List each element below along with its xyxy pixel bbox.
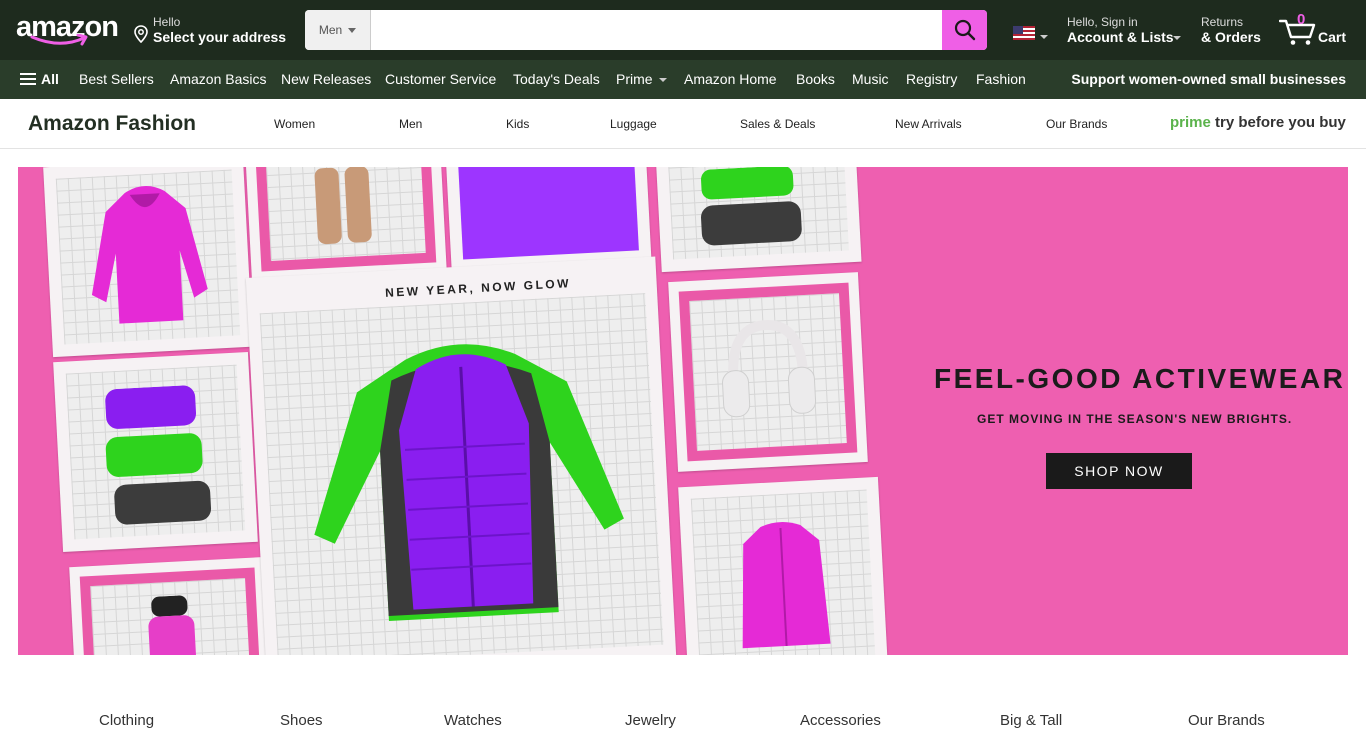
secondary-navigation-bar: All Best Sellers Amazon Basics New Relea… xyxy=(0,60,1366,99)
product-tile-headphones xyxy=(668,272,868,472)
returns-label: Returns xyxy=(1201,15,1244,29)
nav-prime-label: Prime xyxy=(616,71,653,87)
category-watches[interactable]: Watches xyxy=(444,712,502,729)
account-lists-label: Account & Lists xyxy=(1067,29,1174,45)
prime-word: prime xyxy=(1170,114,1211,131)
product-tile-hoodie xyxy=(43,167,253,358)
shop-now-button[interactable]: SHOP NOW xyxy=(1046,453,1192,489)
hero-banner[interactable]: NEW YEAR, NOW GLOW FEEL-GOOD ACTIVEWEAR … xyxy=(18,167,1348,655)
returns-and-orders[interactable]: Returns & Orders xyxy=(1201,14,1267,48)
nav-prime[interactable]: Prime xyxy=(616,71,667,87)
fashion-nav-our-brands[interactable]: Our Brands xyxy=(1046,117,1107,131)
product-tile-bags xyxy=(654,167,862,273)
product-tile-folded-jackets xyxy=(53,352,258,552)
language-selector[interactable] xyxy=(1013,26,1049,42)
account-and-lists[interactable]: Hello, Sign in Account & Lists xyxy=(1067,14,1187,48)
all-label: All xyxy=(41,71,59,87)
smile-arrow-icon xyxy=(30,34,88,46)
department-label: Men xyxy=(318,23,343,37)
cart-button[interactable]: 0 Cart xyxy=(1279,10,1349,50)
address-label: Select your address xyxy=(153,29,287,45)
nav-registry[interactable]: Registry xyxy=(906,71,957,87)
address-greeting: Hello xyxy=(153,15,181,29)
category-row: Clothing Shoes Watches Jewelry Accessori… xyxy=(0,700,1366,729)
search-icon xyxy=(954,19,975,41)
water-bottle-image xyxy=(148,595,197,655)
chevron-down-icon xyxy=(348,27,357,33)
chevron-down-icon xyxy=(1040,35,1048,39)
shorts-image xyxy=(314,167,372,245)
hamburger-menu-icon xyxy=(20,72,36,86)
top-navigation-bar: amazon Hello Select your address Men Hel… xyxy=(0,0,1366,60)
nav-books[interactable]: Books xyxy=(796,71,835,87)
sign-in-greeting: Hello, Sign in xyxy=(1067,15,1138,29)
category-shoes[interactable]: Shoes xyxy=(280,712,323,729)
us-flag-icon xyxy=(1013,26,1035,40)
orders-label: & Orders xyxy=(1201,29,1261,45)
category-big-tall[interactable]: Big & Tall xyxy=(1000,712,1062,729)
search-input[interactable] xyxy=(371,10,942,50)
nav-best-sellers[interactable]: Best Sellers xyxy=(79,71,154,87)
hoodie-image xyxy=(91,186,208,324)
puffer-vest-image xyxy=(314,344,624,621)
fashion-subnav: Amazon Fashion Women Men Kids Luggage Sa… xyxy=(0,99,1366,149)
chevron-down-icon xyxy=(1173,36,1181,40)
nav-fashion[interactable]: Fashion xyxy=(976,71,1026,87)
hero-headline: FEEL-GOOD ACTIVEWEAR xyxy=(934,363,1346,394)
product-tile-pink-vest xyxy=(678,476,888,655)
fashion-nav-kids[interactable]: Kids xyxy=(506,117,529,131)
category-our-brands[interactable]: Our Brands xyxy=(1188,712,1265,729)
all-menu-button[interactable]: All xyxy=(20,71,59,87)
nav-customer-service[interactable]: Customer Service xyxy=(385,71,496,87)
hero-subheadline: GET MOVING IN THE SEASON'S NEW BRIGHTS. xyxy=(977,412,1293,426)
fashion-brand-title[interactable]: Amazon Fashion xyxy=(28,112,196,136)
category-clothing[interactable]: Clothing xyxy=(99,712,154,729)
promo-link[interactable]: Support women-owned small businesses xyxy=(1071,71,1346,87)
folded-jackets-image xyxy=(105,385,212,525)
fashion-nav-women[interactable]: Women xyxy=(274,117,315,131)
product-tile-puffer-vest xyxy=(245,256,677,655)
fashion-nav-new-arrivals[interactable]: New Arrivals xyxy=(895,117,962,131)
pink-vest-image xyxy=(742,522,831,649)
search-department-dropdown[interactable]: Men xyxy=(305,10,371,50)
chevron-down-icon xyxy=(658,78,667,83)
nav-music[interactable]: Music xyxy=(852,71,889,87)
duffel-bags-image xyxy=(701,167,802,246)
nav-amazon-basics[interactable]: Amazon Basics xyxy=(170,71,266,87)
product-tile-purple-fabric xyxy=(444,167,652,273)
product-tile-bottle xyxy=(69,557,272,655)
nav-new-releases[interactable]: New Releases xyxy=(281,71,371,87)
nav-amazon-home[interactable]: Amazon Home xyxy=(684,71,777,87)
delivery-address-selector[interactable]: Hello Select your address xyxy=(134,14,294,48)
location-pin-icon xyxy=(134,25,148,43)
fashion-nav-men[interactable]: Men xyxy=(399,117,422,131)
prime-try-before-you-buy-link[interactable]: prime try before you buy xyxy=(1170,114,1346,131)
prime-tagline: try before you buy xyxy=(1215,114,1346,131)
fashion-nav-sales-deals[interactable]: Sales & Deals xyxy=(740,117,815,131)
category-accessories[interactable]: Accessories xyxy=(800,712,881,729)
cart-icon xyxy=(1279,19,1316,45)
headphones-image xyxy=(722,320,817,418)
search-button[interactable] xyxy=(942,10,987,50)
search-bar: Men xyxy=(305,10,987,50)
amazon-logo[interactable]: amazon xyxy=(16,12,119,50)
cart-label: Cart xyxy=(1318,29,1347,45)
fashion-nav-luggage[interactable]: Luggage xyxy=(610,117,657,131)
category-jewelry[interactable]: Jewelry xyxy=(625,712,676,729)
product-tile-shorts xyxy=(244,167,447,282)
nav-todays-deals[interactable]: Today's Deals xyxy=(513,71,600,87)
